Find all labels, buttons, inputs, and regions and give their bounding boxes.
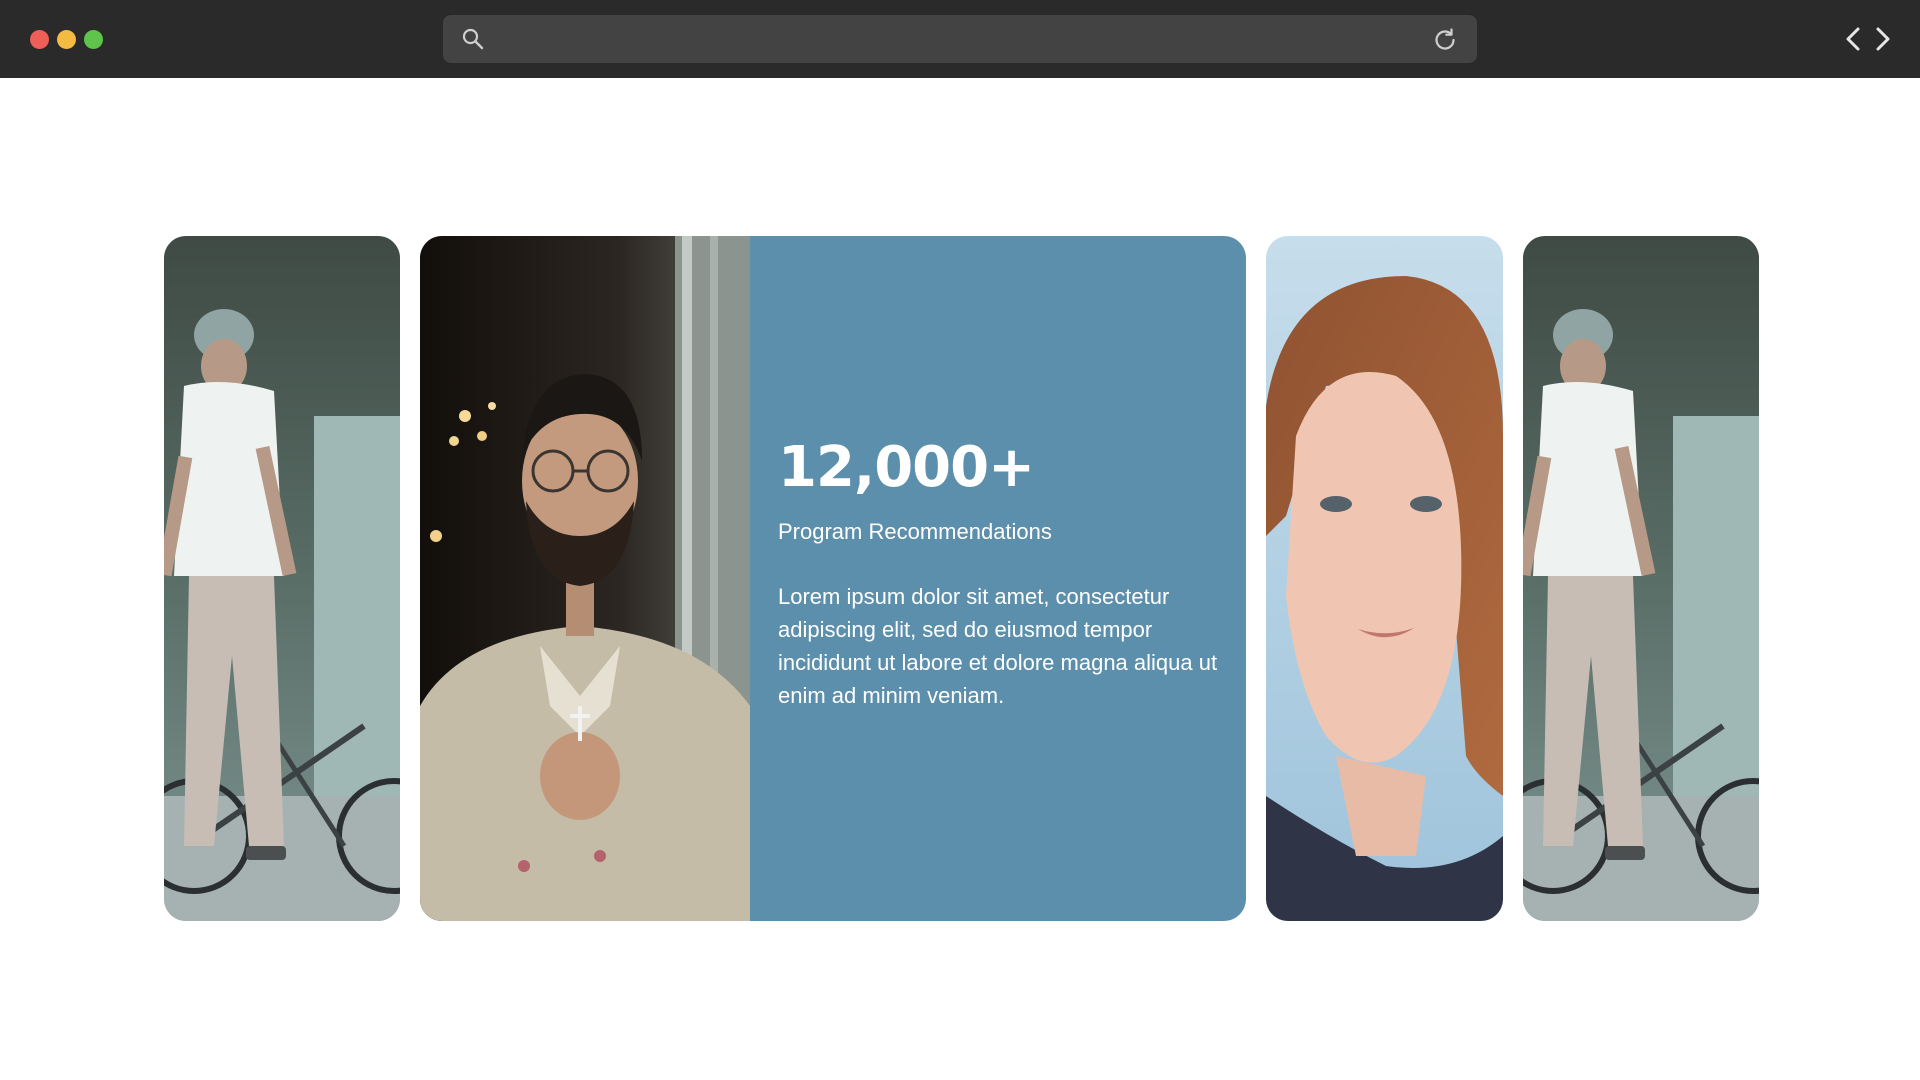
stat-description: Lorem ipsum dolor sit amet, consectetur … [778, 584, 1218, 708]
bearded-man-photo [420, 236, 750, 921]
zoom-window-button[interactable] [84, 30, 103, 49]
red-haired-woman-photo [1266, 236, 1503, 921]
back-arrow-icon[interactable] [1842, 25, 1864, 53]
forward-arrow-icon[interactable] [1872, 25, 1894, 53]
stat-value: 12,000+ [778, 435, 1035, 500]
gallery-photo-bike-man[interactable] [164, 236, 400, 921]
reload-icon[interactable] [1431, 26, 1459, 54]
bike-man-photo [164, 236, 400, 921]
address-bar[interactable] [443, 15, 1477, 63]
close-window-button[interactable] [30, 30, 49, 49]
photo-gallery: 12,000+ Program Recommendations Lorem ip… [0, 78, 1920, 1080]
bike-man-photo [1523, 236, 1759, 921]
browser-toolbar [0, 0, 1920, 78]
search-icon [461, 27, 485, 51]
feature-content: 12,000+ Program Recommendations Lorem ip… [778, 436, 1218, 712]
history-navigation [1842, 25, 1894, 53]
gallery-photo-woman[interactable] [1266, 236, 1503, 921]
gallery-photo-bike-man-repeat[interactable] [1523, 236, 1759, 921]
stat-label: Program Recommendations [778, 519, 1052, 544]
feature-card[interactable]: 12,000+ Program Recommendations Lorem ip… [420, 236, 1246, 921]
minimize-window-button[interactable] [57, 30, 76, 49]
